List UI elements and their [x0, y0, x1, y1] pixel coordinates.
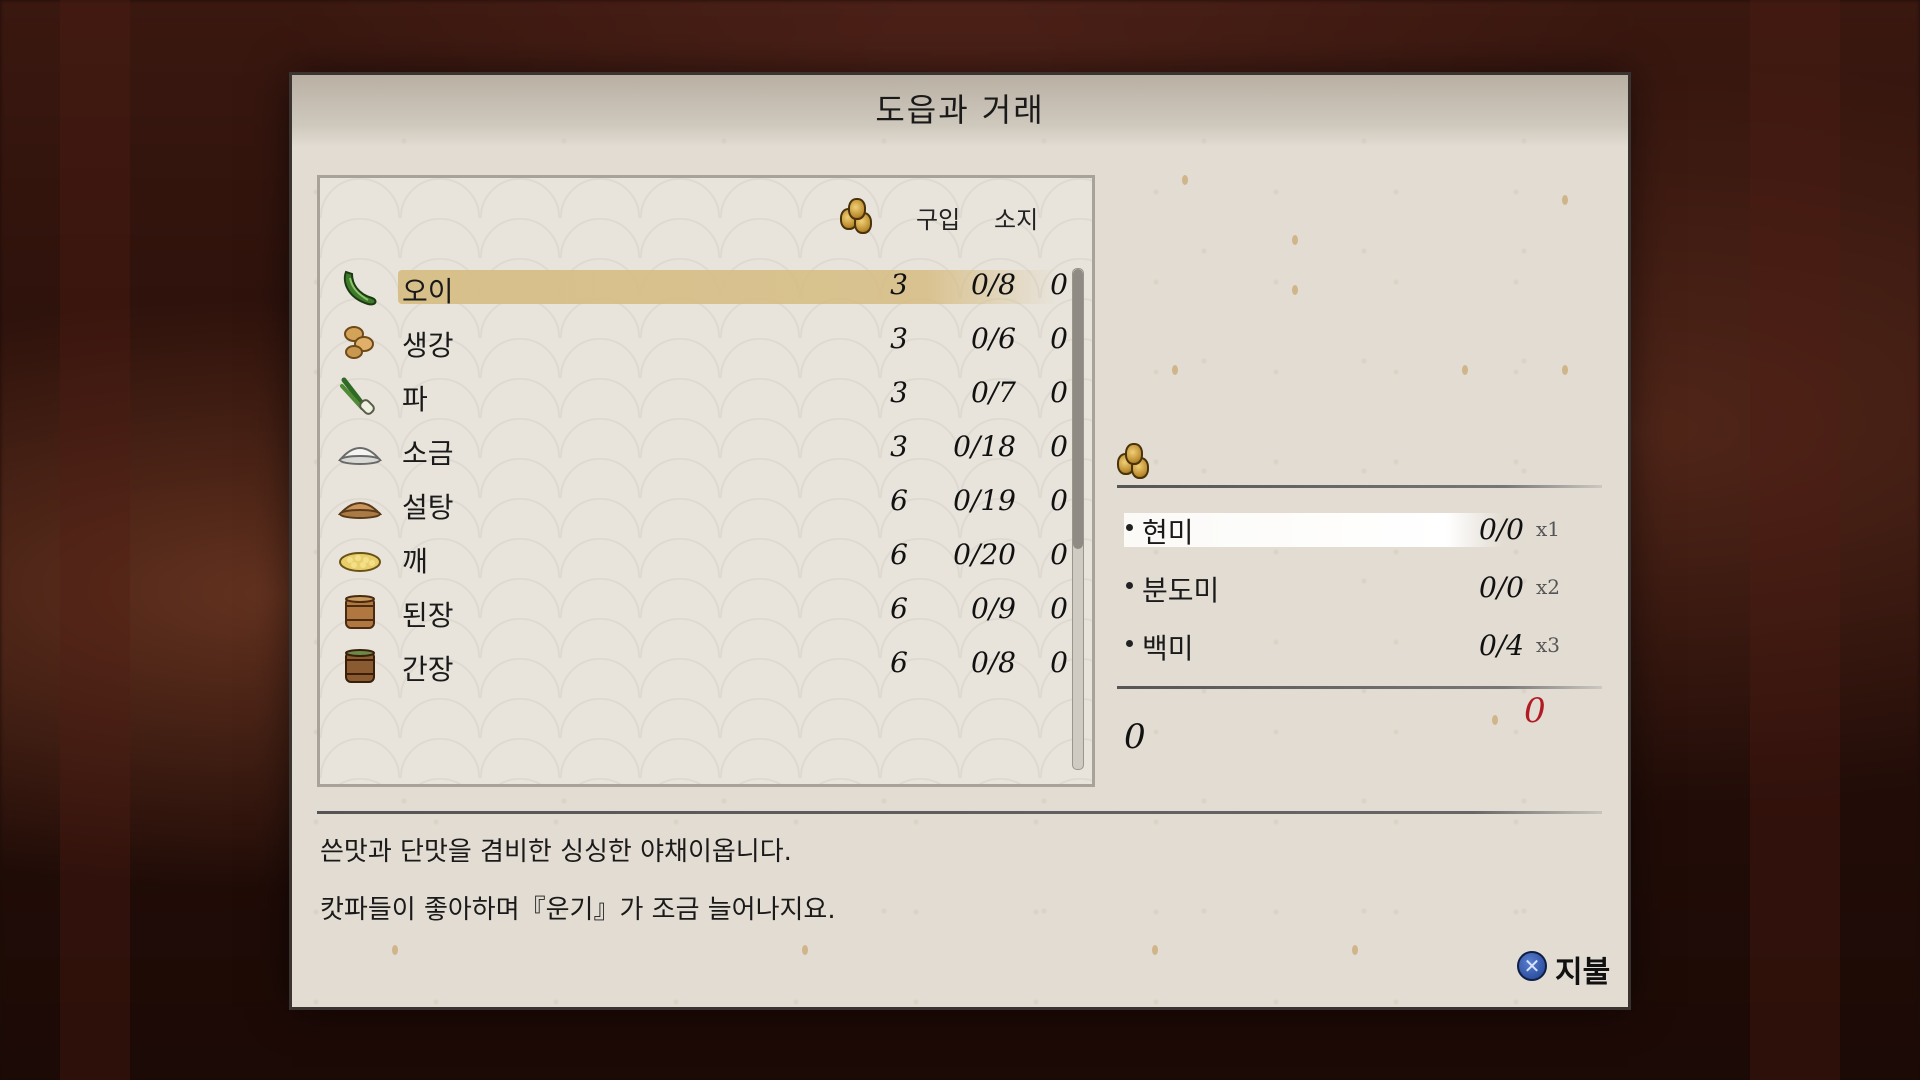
- item-buy-count: 0/8: [970, 646, 1016, 679]
- item-name: 생강: [402, 329, 454, 362]
- item-row-sugar[interactable]: 설탕 6 0/19 0: [338, 478, 1068, 532]
- pay-label: 지불: [1555, 955, 1611, 990]
- item-buy-count: 0/19: [953, 484, 1016, 517]
- item-name: 된장: [402, 599, 454, 632]
- rice-multiplier: x3: [1536, 633, 1561, 657]
- rice-multiplier: x1: [1536, 517, 1561, 541]
- trade-dialog: 도읍과 거래 구입 소지 오이 3 0/8 0 생강 3 0/6 0 파 3 0…: [292, 75, 1628, 1007]
- rice-count: 0/0: [1478, 571, 1524, 604]
- sugar-icon: [338, 502, 382, 519]
- item-owned-count: 0: [1050, 376, 1068, 409]
- miso-barrel-icon: [345, 595, 375, 629]
- paper-speck: [1352, 945, 1358, 955]
- paper-speck: [1462, 365, 1468, 375]
- paper-speck: [392, 945, 398, 955]
- item-name: 파: [402, 383, 428, 416]
- soy-sauce-barrel-icon: [345, 649, 375, 683]
- item-price: 6: [890, 592, 908, 625]
- item-owned-count: 0: [1050, 646, 1068, 679]
- item-price: 6: [890, 538, 908, 571]
- rice-multiplier: x2: [1536, 575, 1561, 599]
- description-divider: [317, 811, 1602, 814]
- item-owned-count: 0: [1050, 430, 1068, 463]
- item-list-panel: 구입 소지 오이 3 0/8 0 생강 3 0/6 0 파 3 0/7 0 소금…: [317, 175, 1095, 787]
- paper-speck: [1292, 235, 1298, 245]
- item-row-ginger[interactable]: 생강 3 0/6 0: [338, 316, 1068, 370]
- item-name: 간장: [402, 653, 454, 686]
- bullet-icon: [1126, 524, 1133, 531]
- sesame-icon: [339, 552, 381, 572]
- paper-speck: [1292, 285, 1298, 295]
- dialog-title: 도읍과 거래: [875, 91, 1045, 129]
- item-description-line1: 쓴맛과 단맛을 겸비한 싱싱한 야채이옵니다.: [320, 837, 792, 867]
- leek-icon: [340, 377, 375, 415]
- item-buy-count: 0/20: [953, 538, 1016, 571]
- item-row-leek[interactable]: 파 3 0/7 0: [338, 370, 1068, 424]
- rice-row-partial[interactable]: 분도미 0/0 x2: [1124, 569, 1604, 609]
- bullet-icon: [1126, 640, 1133, 647]
- column-header-owned: 소지: [994, 206, 1039, 234]
- coin-bag-icon: [1115, 443, 1155, 479]
- item-price: 6: [890, 646, 908, 679]
- rice-name: 백미: [1142, 632, 1194, 665]
- item-owned-count: 0: [1050, 538, 1068, 571]
- item-description-line2: 캇파들이 좋아하며『운기』가 조금 늘어나지요.: [320, 895, 836, 925]
- scrollbar-thumb[interactable]: [1073, 269, 1083, 549]
- payment-bottom-divider: [1117, 686, 1602, 689]
- item-name: 깨: [402, 545, 428, 578]
- rice-row-white[interactable]: 백미 0/4 x3: [1124, 627, 1604, 667]
- paper-speck: [1172, 365, 1178, 375]
- paper-speck: [802, 945, 808, 955]
- item-owned-count: 0: [1050, 322, 1068, 355]
- item-price: 3: [890, 268, 908, 301]
- item-name: 소금: [402, 437, 454, 470]
- item-row-soy-sauce[interactable]: 간장 6 0/8 0: [338, 640, 1068, 694]
- item-price: 3: [890, 430, 908, 463]
- item-owned-count: 0: [1050, 592, 1068, 625]
- item-row-salt[interactable]: 소금 3 0/18 0: [338, 424, 1068, 478]
- paper-speck: [1492, 715, 1498, 725]
- item-price: 6: [890, 484, 908, 517]
- item-buy-count: 0/8: [970, 268, 1016, 301]
- total-cost: 0: [1524, 691, 1546, 731]
- item-row-sesame[interactable]: 깨 6 0/20 0: [338, 532, 1068, 586]
- rice-row-brown[interactable]: 현미 0/0 x1: [1124, 511, 1604, 551]
- item-owned-count: 0: [1050, 268, 1068, 301]
- item-list-scrollbar[interactable]: [1072, 268, 1084, 770]
- background-beam: [1750, 0, 1840, 1080]
- item-buy-count: 0/18: [953, 430, 1016, 463]
- rice-name: 현미: [1142, 516, 1194, 549]
- paper-speck: [1152, 945, 1158, 955]
- item-row-cucumber[interactable]: 오이 3 0/8 0: [338, 262, 1068, 316]
- item-buy-count: 0/9: [970, 592, 1016, 625]
- rice-count: 0/4: [1478, 629, 1524, 662]
- item-buy-count: 0/6: [970, 322, 1016, 355]
- paper-speck: [1182, 175, 1188, 185]
- paper-speck: [1562, 365, 1568, 375]
- cross-button-icon: ✕: [1517, 951, 1547, 981]
- paper-speck: [1562, 195, 1568, 205]
- cucumber-icon: [343, 270, 377, 306]
- rice-name: 분도미: [1142, 574, 1220, 607]
- item-price: 3: [890, 376, 908, 409]
- item-name: 설탕: [402, 491, 454, 524]
- item-row-miso[interactable]: 된장 6 0/9 0: [338, 586, 1068, 640]
- item-owned-count: 0: [1050, 484, 1068, 517]
- rice-count: 0/0: [1478, 513, 1524, 546]
- item-price: 3: [890, 322, 908, 355]
- item-name: 오이: [402, 275, 454, 308]
- column-header-buy: 구입: [916, 206, 961, 234]
- bullet-icon: [1126, 582, 1133, 589]
- payment-top-divider: [1117, 485, 1602, 488]
- coin-bag-icon: [838, 198, 878, 234]
- total-paid: 0: [1124, 717, 1146, 757]
- item-buy-count: 0/7: [970, 376, 1016, 409]
- ginger-icon: [344, 326, 374, 359]
- background-beam: [60, 0, 130, 1080]
- salt-icon: [338, 447, 382, 465]
